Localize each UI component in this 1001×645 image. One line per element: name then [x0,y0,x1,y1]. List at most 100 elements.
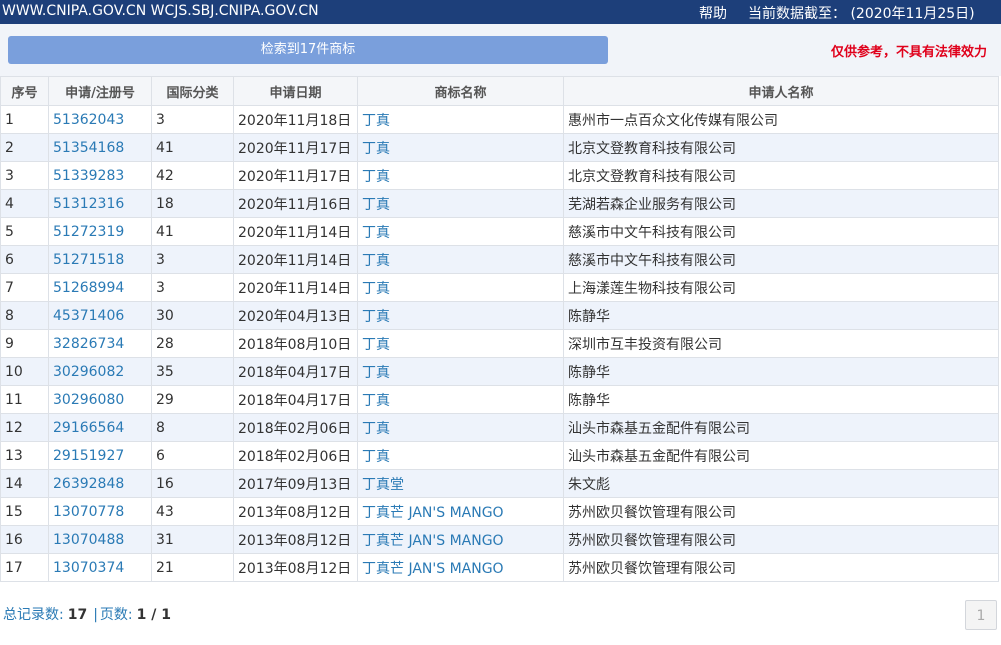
cell-application-date: 2020年04月13日 [233,301,358,330]
cell-application-date: 2020年11月14日 [233,273,358,302]
cell-serial: 6 [0,245,49,274]
cell-application-date: 2017年09月13日 [233,469,358,498]
cell-trademark-name[interactable]: 丁真 [357,357,564,386]
help-link[interactable]: 帮助 [699,3,727,23]
cell-application-date: 2020年11月17日 [233,133,358,162]
cell-trademark-name[interactable]: 丁真芒 JAN'S MANGO [357,553,564,582]
cell-serial: 7 [0,273,49,302]
header-serial[interactable]: 序号 [0,76,49,106]
table-row: 15 13070778 43 2013年08月12日 丁真芒 JAN'S MANGO 苏州… [0,497,999,526]
cell-registration-number[interactable]: 51268994 [48,273,152,302]
cell-serial: 14 [0,469,49,498]
cell-registration-number[interactable]: 51272319 [48,217,152,246]
cell-applicant: 苏州欧贝餐饮管理有限公司 [563,525,999,554]
cell-registration-number[interactable]: 29151927 [48,441,152,470]
cell-trademark-name[interactable]: 丁真 [357,273,564,302]
cell-application-date: 2018年04月17日 [233,357,358,386]
cell-applicant: 深圳市互丰投资有限公司 [563,329,999,358]
cell-trademark-name[interactable]: 丁真芒 JAN'S MANGO [357,497,564,526]
cell-registration-number[interactable]: 13070778 [48,497,152,526]
cell-class: 28 [151,329,234,358]
cell-serial: 3 [0,161,49,190]
cell-registration-number[interactable]: 32826734 [48,329,152,358]
cell-applicant: 陈静华 [563,385,999,414]
header-applicant[interactable]: 申请人名称 [563,76,999,106]
cell-class: 42 [151,161,234,190]
cell-trademark-name[interactable]: 丁真 [357,245,564,274]
table-header-row: 序号 申请/注册号 国际分类 申请日期 商标名称 申请人名称 [0,76,999,106]
cell-trademark-name[interactable]: 丁真 [357,329,564,358]
footer-separator: | [93,607,98,623]
table-body: 1 51362043 3 2020年11月18日 丁真 惠州市一点百众文化传媒有限公司 2 5… [0,105,999,582]
header-registration-number[interactable]: 申请/注册号 [48,76,152,106]
cell-applicant: 苏州欧贝餐饮管理有限公司 [563,553,999,582]
cell-trademark-name[interactable]: 丁真堂 [357,469,564,498]
cell-trademark-name[interactable]: 丁真 [357,301,564,330]
cell-serial: 15 [0,497,49,526]
cell-class: 41 [151,217,234,246]
cell-class: 3 [151,273,234,302]
cell-application-date: 2018年02月06日 [233,441,358,470]
cell-class: 43 [151,497,234,526]
cell-trademark-name[interactable]: 丁真芒 JAN'S MANGO [357,525,564,554]
header-application-date[interactable]: 申请日期 [233,76,358,106]
cell-registration-number[interactable]: 45371406 [48,301,152,330]
cell-trademark-name[interactable]: 丁真 [357,441,564,470]
page-button-1[interactable]: 1 [965,600,997,630]
cell-trademark-name[interactable]: 丁真 [357,189,564,218]
table-row: 11 30296080 29 2018年04月17日 丁真 陈静华 [0,385,999,414]
table-row: 12 29166564 8 2018年02月06日 丁真 汕头市森基五金配件有限公司 [0,413,999,442]
cell-trademark-name[interactable]: 丁真 [357,105,564,134]
cell-applicant: 陈静华 [563,301,999,330]
cell-registration-number[interactable]: 29166564 [48,413,152,442]
cell-class: 3 [151,105,234,134]
cell-application-date: 2020年11月14日 [233,245,358,274]
total-records-value: 17 [67,607,88,623]
cell-applicant: 苏州欧贝餐饮管理有限公司 [563,497,999,526]
cell-serial: 12 [0,413,49,442]
cell-serial: 8 [0,301,49,330]
cell-registration-number[interactable]: 30296080 [48,385,152,414]
header-trademark-name[interactable]: 商标名称 [357,76,564,106]
cell-registration-number[interactable]: 26392848 [48,469,152,498]
table-row: 13 29151927 6 2018年02月06日 丁真 汕头市森基五金配件有限公司 [0,441,999,470]
header-class[interactable]: 国际分类 [151,76,234,106]
cell-serial: 1 [0,105,49,134]
cell-trademark-name[interactable]: 丁真 [357,217,564,246]
cell-application-date: 2020年11月17日 [233,161,358,190]
data-as-of: 当前数据截至： (2020年11月25日) [748,6,975,22]
cell-registration-number[interactable]: 13070488 [48,525,152,554]
cell-applicant: 汕头市森基五金配件有限公司 [563,441,999,470]
table-row: 6 51271518 3 2020年11月14日 丁真 慈溪市中文午科技有限公司 [0,245,999,274]
table-row: 1 51362043 3 2020年11月18日 丁真 惠州市一点百众文化传媒有限公司 [0,105,999,134]
table-row: 17 13070374 21 2013年08月12日 丁真芒 JAN'S MANGO 苏州… [0,553,999,582]
pagination-info: 总记录数: 17 | 页数: 1 / 1 [3,604,175,624]
cell-registration-number[interactable]: 51339283 [48,161,152,190]
cell-registration-number[interactable]: 51354168 [48,133,152,162]
cell-class: 3 [151,245,234,274]
cell-applicant: 上海漾莲生物科技有限公司 [563,273,999,302]
table-row: 7 51268994 3 2020年11月14日 丁真 上海漾莲生物科技有限公司 [0,273,999,302]
cell-applicant: 北京文登教育科技有限公司 [563,133,999,162]
table-row: 14 26392848 16 2017年09月13日 丁真堂 朱文彪 [0,469,999,498]
cell-class: 6 [151,441,234,470]
page-count-label: 页数: [99,607,133,623]
total-records-label: 总记录数: [3,607,64,623]
cell-serial: 11 [0,385,49,414]
cell-trademark-name[interactable]: 丁真 [357,133,564,162]
cell-trademark-name[interactable]: 丁真 [357,161,564,190]
site-domains: WWW.CNIPA.GOV.CN WCJS.SBJ.CNIPA.GOV.CN [2,3,319,19]
cell-applicant: 北京文登教育科技有限公司 [563,161,999,190]
cell-applicant: 朱文彪 [563,469,999,498]
cell-class: 41 [151,133,234,162]
cell-trademark-name[interactable]: 丁真 [357,385,564,414]
cell-registration-number[interactable]: 51362043 [48,105,152,134]
trademark-table: 序号 申请/注册号 国际分类 申请日期 商标名称 申请人名称 1 51362043… [0,76,999,582]
cell-registration-number[interactable]: 30296082 [48,357,152,386]
cell-registration-number[interactable]: 51312316 [48,189,152,218]
cell-registration-number[interactable]: 13070374 [48,553,152,582]
cell-registration-number[interactable]: 51271518 [48,245,152,274]
cell-trademark-name[interactable]: 丁真 [357,413,564,442]
cell-application-date: 2020年11月16日 [233,189,358,218]
cell-application-date: 2018年08月10日 [233,329,358,358]
